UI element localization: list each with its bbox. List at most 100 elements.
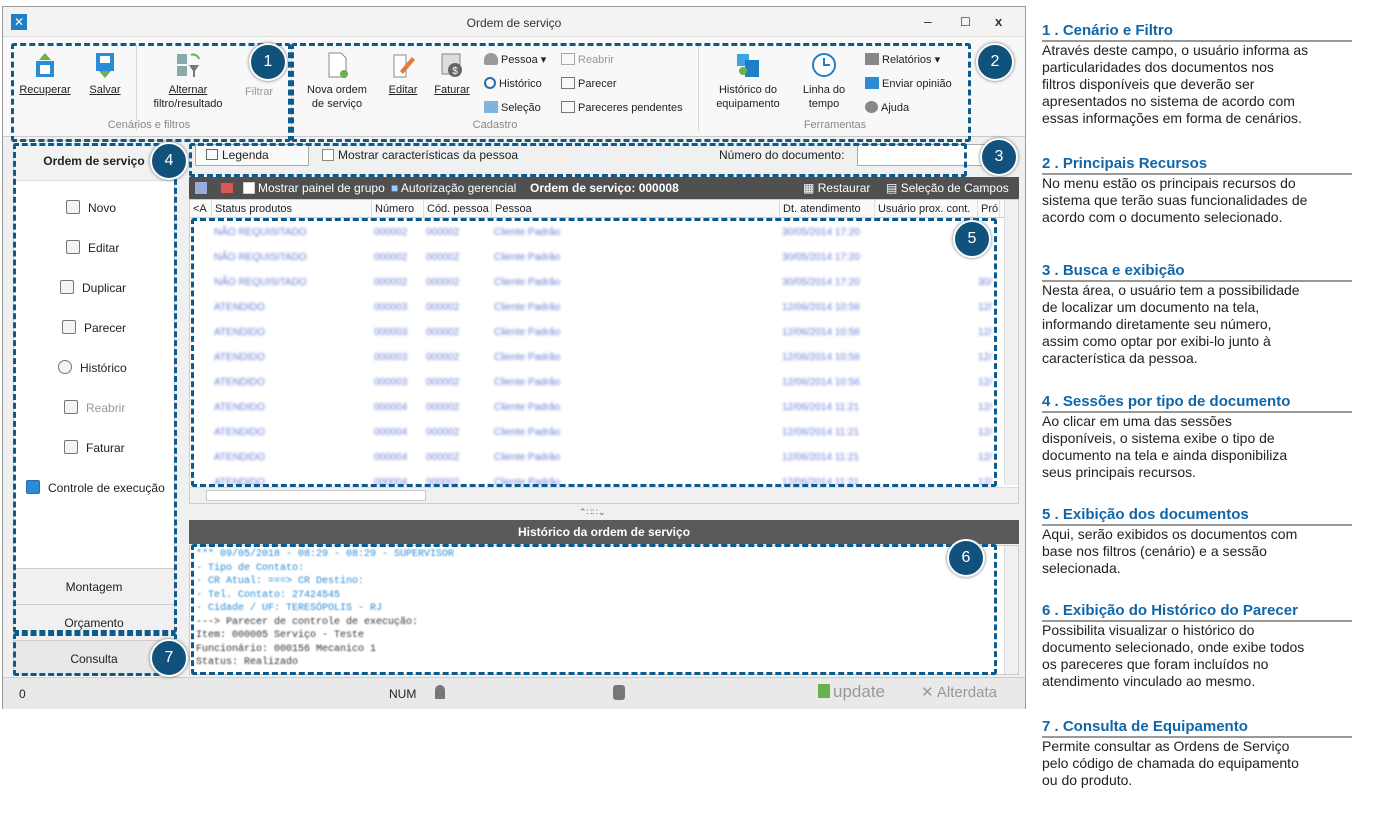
update-label: update: [833, 682, 885, 701]
user-icon: [435, 685, 445, 699]
annotation-line: No menu estão os principais recursos do: [1042, 175, 1296, 191]
badge-7: 7: [150, 639, 188, 677]
annotation-line: ou do produto.: [1042, 772, 1133, 788]
update-logo: update: [818, 682, 885, 702]
badge-4: 4: [150, 142, 188, 180]
status-left: 0: [19, 687, 26, 701]
alterdata-logo: ✕ Alterdata: [921, 683, 997, 701]
restaurar-button[interactable]: ▦ Restaurar: [803, 177, 870, 199]
annotation-title: 1 . Cenário e Filtro: [1042, 22, 1173, 39]
splitter-handle[interactable]: ⌃∷∷⌄: [579, 507, 606, 518]
annotation-line: acordo com o documento selecionado.: [1042, 209, 1283, 225]
window-title: Ordem de serviço: [466, 16, 562, 30]
annotation-line: Através deste campo, o usuário informa a…: [1042, 42, 1309, 58]
grid-header: <A Status produtos Número Cód. pessoa Pe…: [190, 200, 1018, 218]
update-icon: [818, 684, 830, 698]
annotation-text: Aqui, serão exibidos os documentos com ba…: [1042, 526, 1357, 577]
grid-toolbar: Mostrar painel de grupo ■ Autorização ge…: [189, 177, 1019, 199]
annotation-line: documento selecionado, onde exibe todos: [1042, 639, 1305, 655]
column-header[interactable]: Pessoa: [492, 200, 780, 218]
grid-horizontal-scrollbar[interactable]: [190, 487, 1018, 503]
autorizacao-button[interactable]: ■ Autorização gerencial: [391, 177, 516, 199]
minimize-button[interactable]: –: [924, 13, 932, 29]
annotation-title: 5 . Exibição dos documentos: [1042, 506, 1249, 523]
selecao-campos-label: Seleção de Campos: [900, 181, 1009, 195]
annotation-line: particularidades dos documentos nos: [1042, 59, 1274, 75]
annotation-title: 6 . Exibição do Histórico do Parecer: [1042, 602, 1298, 619]
alterdata-label: Alterdata: [936, 684, 997, 701]
ordem-servico-number: Ordem de serviço: 000008: [530, 181, 679, 195]
annotation-line: Permite consultar as Ordens de Serviço: [1042, 738, 1290, 754]
annotation-line: seus principais recursos.: [1042, 464, 1197, 480]
filter-clear-icon[interactable]: [221, 183, 233, 193]
annotation-line: sistema que terão suas funcionalidades d…: [1042, 192, 1308, 208]
title-bar: ✕ Ordem de serviço – ☐ x: [3, 7, 1025, 37]
lock-icon: ■: [391, 181, 399, 195]
annotation-line: característica da pessoa.: [1042, 350, 1198, 366]
highlight-region-4: [13, 143, 177, 633]
fields-icon: ▤: [886, 181, 898, 195]
restore-icon: ▦: [803, 181, 815, 195]
annotation-line: de localizar um documento na tela,: [1042, 299, 1260, 315]
column-header[interactable]: Pró: [978, 200, 1000, 218]
selecao-campos-button[interactable]: ▤ Seleção de Campos: [886, 177, 1009, 199]
highlight-region-2: [291, 43, 971, 142]
annotation-title: 3 . Busca e exibição: [1042, 262, 1185, 279]
annotation-title: 7 . Consulta de Equipamento: [1042, 718, 1248, 735]
badge-2: 2: [976, 43, 1014, 81]
annotation-line: informando diretamente seu número,: [1042, 316, 1272, 332]
annotation-line: filtros disponíveis que deverão ser: [1042, 76, 1255, 92]
column-header[interactable]: Número: [372, 200, 424, 218]
annotation-line: os pareceres que foram incluídos no: [1042, 656, 1269, 672]
grid-vertical-scrollbar[interactable]: [1004, 200, 1018, 485]
annotation-text: Nesta área, o usuário tem a possibilidad…: [1042, 282, 1357, 367]
column-header[interactable]: Dt. atendimento: [780, 200, 875, 218]
alterdata-icon: ✕: [921, 684, 934, 701]
highlight-region-5: [191, 218, 997, 487]
maximize-button[interactable]: ☐: [960, 15, 971, 29]
badge-1: 1: [249, 43, 287, 81]
annotation-text: No menu estão os principais recursos do s…: [1042, 175, 1357, 226]
highlight-region-3: [189, 143, 967, 177]
badge-3: 3: [980, 138, 1018, 176]
annotation-line: Ao clicar em uma das sessões: [1042, 413, 1232, 429]
annotation-title: 4 . Sessões por tipo de documento: [1042, 393, 1291, 410]
annotation-line: assim como optar por exibi-lo junto à: [1042, 333, 1271, 349]
annotation-text: Permite consultar as Ordens de Serviço pe…: [1042, 738, 1357, 789]
column-header[interactable]: <A: [190, 200, 212, 218]
status-num: NUM: [389, 687, 417, 701]
annotation-line: Aqui, serão exibidos os documentos com: [1042, 526, 1298, 542]
annotation-line: Nesta área, o usuário tem a possibilidad…: [1042, 282, 1300, 298]
annotation-text: Ao clicar em uma das sessões disponíveis,…: [1042, 413, 1357, 481]
badge-5: 5: [953, 220, 991, 258]
annotation-line: documento na tela e ainda disponibiliza: [1042, 447, 1288, 463]
annotation-line: base nos filtros (cenário) e a sessão: [1042, 543, 1267, 559]
checkbox-box[interactable]: [243, 182, 255, 194]
annotation-line: apresentados no sistema de acordo com: [1042, 93, 1295, 109]
annotation-text: Possibilita visualizar o histórico do doc…: [1042, 622, 1357, 690]
annotation-line: Possibilita visualizar o histórico do: [1042, 622, 1255, 638]
annotation-line: disponíveis, o sistema exibe o tipo de: [1042, 430, 1275, 446]
app-window: ✕ Ordem de serviço – ☐ x Recuperar Salva…: [2, 6, 1026, 709]
badge-6: 6: [947, 539, 985, 577]
group-panel-icon[interactable]: [195, 182, 207, 194]
status-bar: 0 NUM update ✕ Alterdata: [3, 677, 1025, 709]
column-header[interactable]: Cód. pessoa: [424, 200, 492, 218]
annotation-line: atendimento vinculado ao mesmo.: [1042, 673, 1256, 689]
annotation-line: selecionada.: [1042, 560, 1121, 576]
mostrar-painel-checkbox[interactable]: Mostrar painel de grupo: [243, 177, 385, 199]
history-scrollbar[interactable]: [1004, 546, 1018, 674]
annotation-text: Através deste campo, o usuário informa a…: [1042, 42, 1357, 127]
column-header[interactable]: Usuário prox. cont.: [875, 200, 978, 218]
close-button[interactable]: x: [995, 14, 1002, 29]
database-icon: [613, 685, 625, 700]
restaurar-label: Restaurar: [817, 181, 871, 195]
autorizacao-label: Autorização gerencial: [400, 181, 517, 195]
scroll-thumb[interactable]: [206, 490, 426, 501]
column-header[interactable]: Status produtos: [212, 200, 372, 218]
mostrar-painel-label: Mostrar painel de grupo: [258, 181, 385, 195]
annotation-title: 2 . Principais Recursos: [1042, 155, 1208, 172]
highlight-region-6: [191, 544, 997, 675]
annotation-line: essas informações em forma de cenários.: [1042, 110, 1302, 126]
history-header: Histórico da ordem de serviço: [189, 520, 1019, 544]
